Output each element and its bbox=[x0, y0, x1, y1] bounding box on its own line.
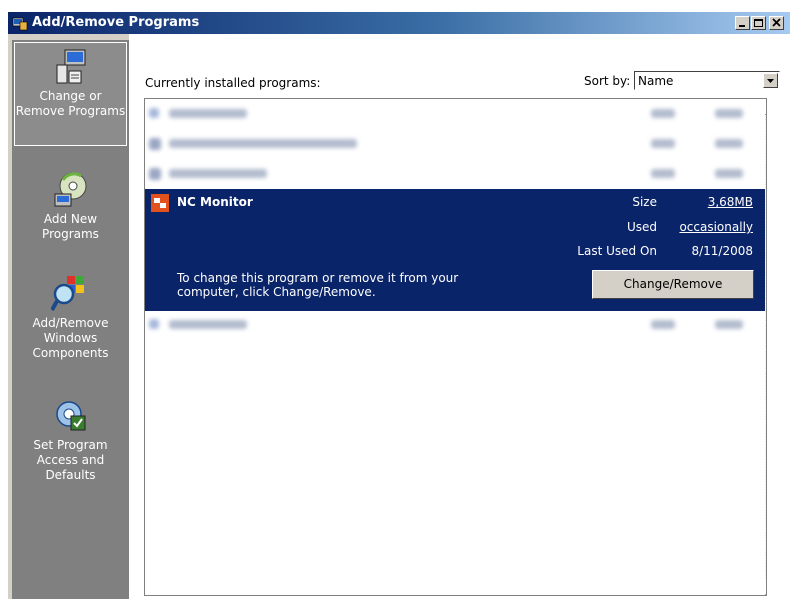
add-remove-programs-window: Add/Remove Programs Change or Remove Pro… bbox=[8, 12, 790, 599]
main-panel: Currently installed programs: Sort by: N… bbox=[129, 34, 790, 599]
maximize-button[interactable] bbox=[751, 16, 766, 30]
size-value[interactable]: 3,68MB bbox=[675, 195, 753, 209]
scroll-up-icon bbox=[766, 100, 767, 114]
sidebar-item-add-new-programs[interactable]: Add New Programs bbox=[14, 170, 127, 242]
list-item[interactable] bbox=[145, 99, 750, 129]
maximize-icon bbox=[754, 19, 763, 27]
sidebar-item-label: Change or Remove Programs bbox=[15, 89, 126, 118]
sidebar-item-program-access-defaults[interactable]: Set Program Access and Defaults bbox=[14, 396, 127, 483]
selected-program-row[interactable]: NC Monitor Size 3,68MB Used occasionally… bbox=[145, 189, 765, 311]
vertical-scrollbar[interactable] bbox=[765, 99, 767, 595]
sort-by-select[interactable]: Name bbox=[634, 71, 780, 90]
list-item[interactable] bbox=[145, 313, 750, 343]
add-remove-programs-icon bbox=[12, 17, 28, 31]
sidebar-item-label: Set Program Access and Defaults bbox=[33, 438, 108, 482]
used-label: Used bbox=[626, 220, 657, 234]
minimize-button[interactable] bbox=[735, 16, 750, 30]
sidebar-item-change-remove-programs[interactable]: Change or Remove Programs bbox=[14, 42, 127, 146]
used-value[interactable]: occasionally bbox=[665, 220, 753, 234]
title-bar[interactable]: Add/Remove Programs bbox=[8, 12, 790, 34]
windows-components-icon bbox=[50, 276, 84, 311]
programs-list[interactable]: NC Monitor Size 3,68MB Used occasionally… bbox=[144, 98, 767, 596]
chevron-down-icon bbox=[767, 79, 774, 83]
list-item[interactable] bbox=[145, 159, 750, 189]
nc-monitor-icon bbox=[151, 194, 169, 212]
sort-by-value: Name bbox=[638, 74, 674, 88]
change-remove-programs-icon bbox=[56, 49, 85, 84]
sidebar-item-windows-components[interactable]: Add/Remove Windows Components bbox=[14, 274, 127, 361]
program-defaults-icon bbox=[55, 401, 85, 431]
close-icon bbox=[772, 18, 781, 27]
last-used-value: 8/11/2008 bbox=[691, 244, 753, 258]
program-name: NC Monitor bbox=[177, 195, 253, 209]
scroll-up-button[interactable] bbox=[765, 99, 767, 115]
dropdown-arrow-button[interactable] bbox=[763, 73, 778, 88]
window-title: Add/Remove Programs bbox=[32, 15, 200, 30]
cd-install-icon bbox=[54, 172, 86, 207]
scroll-down-icon bbox=[766, 580, 767, 594]
size-label: Size bbox=[632, 195, 657, 209]
change-remove-hint: To change this program or remove it from… bbox=[177, 271, 459, 299]
sort-by-label: Sort by: bbox=[584, 74, 631, 88]
minimize-icon bbox=[739, 25, 745, 27]
close-button[interactable] bbox=[769, 16, 784, 30]
sidebar-item-label: Add/Remove Windows Components bbox=[32, 316, 109, 360]
sidebar: Change or Remove Programs Add New Progra… bbox=[12, 40, 129, 599]
scroll-down-button[interactable] bbox=[765, 579, 767, 595]
sidebar-item-label: Add New Programs bbox=[42, 212, 99, 241]
list-item[interactable] bbox=[145, 129, 750, 159]
last-used-label: Last Used On bbox=[577, 244, 657, 258]
change-remove-button[interactable]: Change/Remove bbox=[592, 270, 754, 299]
installed-programs-label: Currently installed programs: bbox=[145, 76, 321, 90]
